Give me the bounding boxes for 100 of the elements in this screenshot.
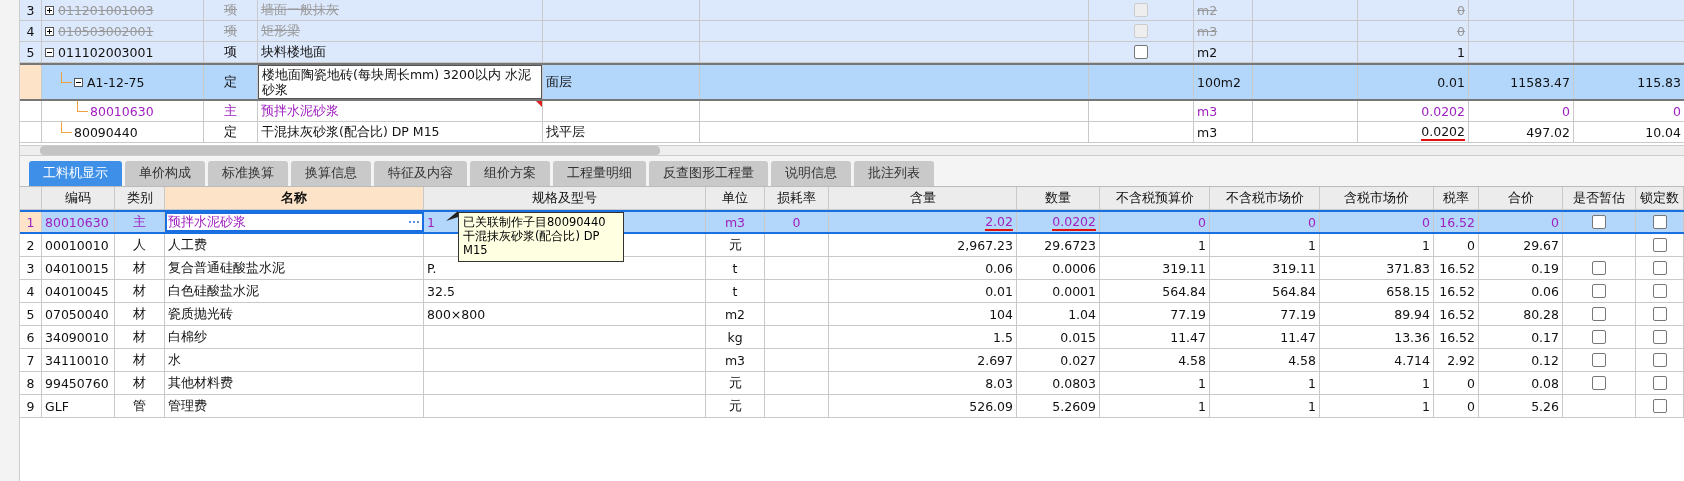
- tab[interactable]: 批注列表: [854, 161, 934, 186]
- checkbox[interactable]: [1652, 238, 1667, 252]
- unit-cell: m3: [1197, 103, 1218, 119]
- tab[interactable]: 反查图形工程量: [649, 161, 768, 186]
- row-header-cell[interactable]: 4: [20, 280, 42, 302]
- table-row[interactable]: 80010630 主 预拌水泥砂浆 m3 0.0202 0 0: [20, 101, 1684, 122]
- type-cell: 材: [133, 259, 146, 277]
- market-price-tax-cell: 13.36: [1394, 329, 1430, 345]
- row-header-cell[interactable]: 9: [20, 395, 42, 417]
- column-header[interactable]: 含税市场价: [1320, 187, 1434, 209]
- code-cell: GLF: [45, 398, 69, 414]
- market-price-tax-cell: 1: [1422, 398, 1430, 414]
- row-header-cell[interactable]: 1: [20, 212, 42, 232]
- total-cell: 0: [1551, 214, 1559, 230]
- quantity-cell: 0: [1457, 2, 1465, 18]
- table-row[interactable]: 6 34090010 材 白棉纱 kg 1.5 0.015 11.47 11.47 13.36 16.52 0.17: [20, 326, 1684, 349]
- unit-cell: 元: [728, 236, 742, 254]
- name-cell: 白棉纱: [168, 328, 207, 346]
- content-cell: 1.5: [993, 329, 1013, 345]
- column-header[interactable]: 损耗率: [765, 187, 829, 209]
- checkbox[interactable]: [1592, 376, 1606, 390]
- checkbox[interactable]: [1592, 261, 1606, 275]
- collapse-icon[interactable]: [45, 47, 54, 57]
- checkbox[interactable]: [1652, 330, 1667, 344]
- row-header-cell[interactable]: 5: [20, 303, 42, 325]
- column-header[interactable]: 名称: [165, 187, 424, 209]
- column-header[interactable]: 不含税预算价: [1100, 187, 1210, 209]
- checkbox[interactable]: [1592, 307, 1606, 321]
- tab[interactable]: 说明信息: [771, 161, 851, 186]
- table-row[interactable]: 9 GLF 管 管理费 元 526.09 5.2609 1 1 1 0 5.26: [20, 395, 1684, 418]
- table-row[interactable]: 5 011102003001 项 块料楼地面 m2 1: [20, 42, 1684, 63]
- budget-price-cell: 77.19: [1170, 306, 1206, 322]
- column-header[interactable]: 单位: [706, 187, 765, 209]
- spec-cell: 800×800: [427, 306, 486, 322]
- tab[interactable]: 标准换算: [208, 161, 288, 186]
- checkbox[interactable]: [1134, 45, 1148, 59]
- row-header-cell[interactable]: 3: [20, 257, 42, 279]
- tree-connector: [77, 100, 88, 112]
- checkbox[interactable]: [1592, 330, 1606, 344]
- tab[interactable]: 特征及内容: [374, 161, 467, 186]
- table-row[interactable]: 4 04010045 材 白色硅酸盐水泥 32.5 t 0.01 0.0001 564.84 564.84 658.15 16.52 0.06: [20, 280, 1684, 303]
- quantity-cell: 0.015: [1060, 329, 1096, 345]
- tree-connector: [61, 71, 72, 83]
- table-row[interactable]: 80090440 定 干混抹灰砂浆(配合比) DP M15 找平层 m3 0.0202 497.02 10.04: [20, 122, 1684, 143]
- market-price-cell: 77.19: [1280, 306, 1316, 322]
- tab[interactable]: 组价方案: [470, 161, 550, 186]
- row-header-cell[interactable]: 2: [20, 234, 42, 256]
- checkbox[interactable]: [1652, 261, 1667, 275]
- checkbox[interactable]: [1652, 307, 1667, 321]
- tax-rate-cell: 16.52: [1439, 329, 1475, 345]
- column-header[interactable]: 锁定数: [1636, 187, 1684, 209]
- checkbox[interactable]: [1652, 399, 1667, 413]
- code-cell: 04010045: [45, 283, 109, 299]
- table-row[interactable]: 8 99450760 材 其他材料费 元 8.03 0.0803 1 1 1 0 0.08: [20, 372, 1684, 395]
- market-price-cell: 319.11: [1272, 260, 1316, 276]
- budget-price-cell: 11.47: [1170, 329, 1206, 345]
- more-icon[interactable]: [408, 220, 420, 224]
- type-cell: 主: [224, 102, 237, 120]
- table-row[interactable]: 5 07050040 材 瓷质抛光砖 800×800 m2 104 1.04 77.19 77.19 89.94 16.52 80.28: [20, 303, 1684, 326]
- checkbox[interactable]: [1592, 353, 1606, 367]
- checkbox[interactable]: [1652, 353, 1667, 367]
- code-cell: 80010630: [90, 103, 154, 119]
- tab[interactable]: 单价构成: [125, 161, 205, 186]
- column-header[interactable]: 不含税市场价: [1210, 187, 1320, 209]
- type-cell: 项: [224, 43, 237, 61]
- checkbox[interactable]: [1592, 215, 1606, 229]
- row-header-cell[interactable]: 5: [20, 42, 42, 62]
- row-header-cell[interactable]: 6: [20, 326, 42, 348]
- column-header[interactable]: 税率: [1434, 187, 1479, 209]
- code-cell: 07050040: [45, 306, 109, 322]
- budget-price-cell: 0: [1198, 214, 1206, 230]
- spec-cell: 32.5: [427, 283, 455, 299]
- name-cell-text: 块料楼地面: [260, 43, 326, 61]
- checkbox[interactable]: [1652, 215, 1667, 229]
- tab[interactable]: 换算信息: [291, 161, 371, 186]
- checkbox[interactable]: [1652, 284, 1667, 298]
- checkbox[interactable]: [1652, 376, 1667, 390]
- price-cell: 0: [1562, 103, 1570, 119]
- row-header-cell[interactable]: 7: [20, 349, 42, 371]
- market-price-cell: 4.58: [1288, 352, 1316, 368]
- column-header[interactable]: 是否暂估: [1563, 187, 1636, 209]
- row-number: 4: [26, 23, 35, 39]
- table-row[interactable]: A1-12-75 定 楼地面陶瓷地砖(每块周长mm) 3200以内 水泥砂浆 面层 100m2 0.01 11583.47 115.83: [20, 63, 1684, 101]
- column-header[interactable]: 规格及型号: [424, 187, 706, 209]
- column-header[interactable]: 合价: [1479, 187, 1563, 209]
- market-price-tax-cell: 4.714: [1394, 352, 1430, 368]
- name-cell-text: 预拌水泥砂浆: [260, 102, 339, 120]
- horizontal-scrollbar[interactable]: [20, 145, 1684, 156]
- tab[interactable]: 工程量明细: [553, 161, 646, 186]
- row-header-cell[interactable]: [20, 65, 42, 99]
- total-cell: 5.26: [1531, 398, 1559, 414]
- row-number: 6: [26, 329, 35, 345]
- collapse-icon[interactable]: [74, 77, 83, 87]
- checkbox[interactable]: [1592, 284, 1606, 298]
- table-row[interactable]: 7 34110010 材 水 m3 2.697 0.027 4.58 4.58 4.714 2.92 0.12: [20, 349, 1684, 372]
- row-header-cell[interactable]: 8: [20, 372, 42, 394]
- column-header[interactable]: 编码: [42, 187, 115, 209]
- total-cell: 29.67: [1523, 237, 1559, 253]
- column-header[interactable]: 数量: [1017, 187, 1100, 209]
- column-header[interactable]: 含量: [829, 187, 1017, 209]
